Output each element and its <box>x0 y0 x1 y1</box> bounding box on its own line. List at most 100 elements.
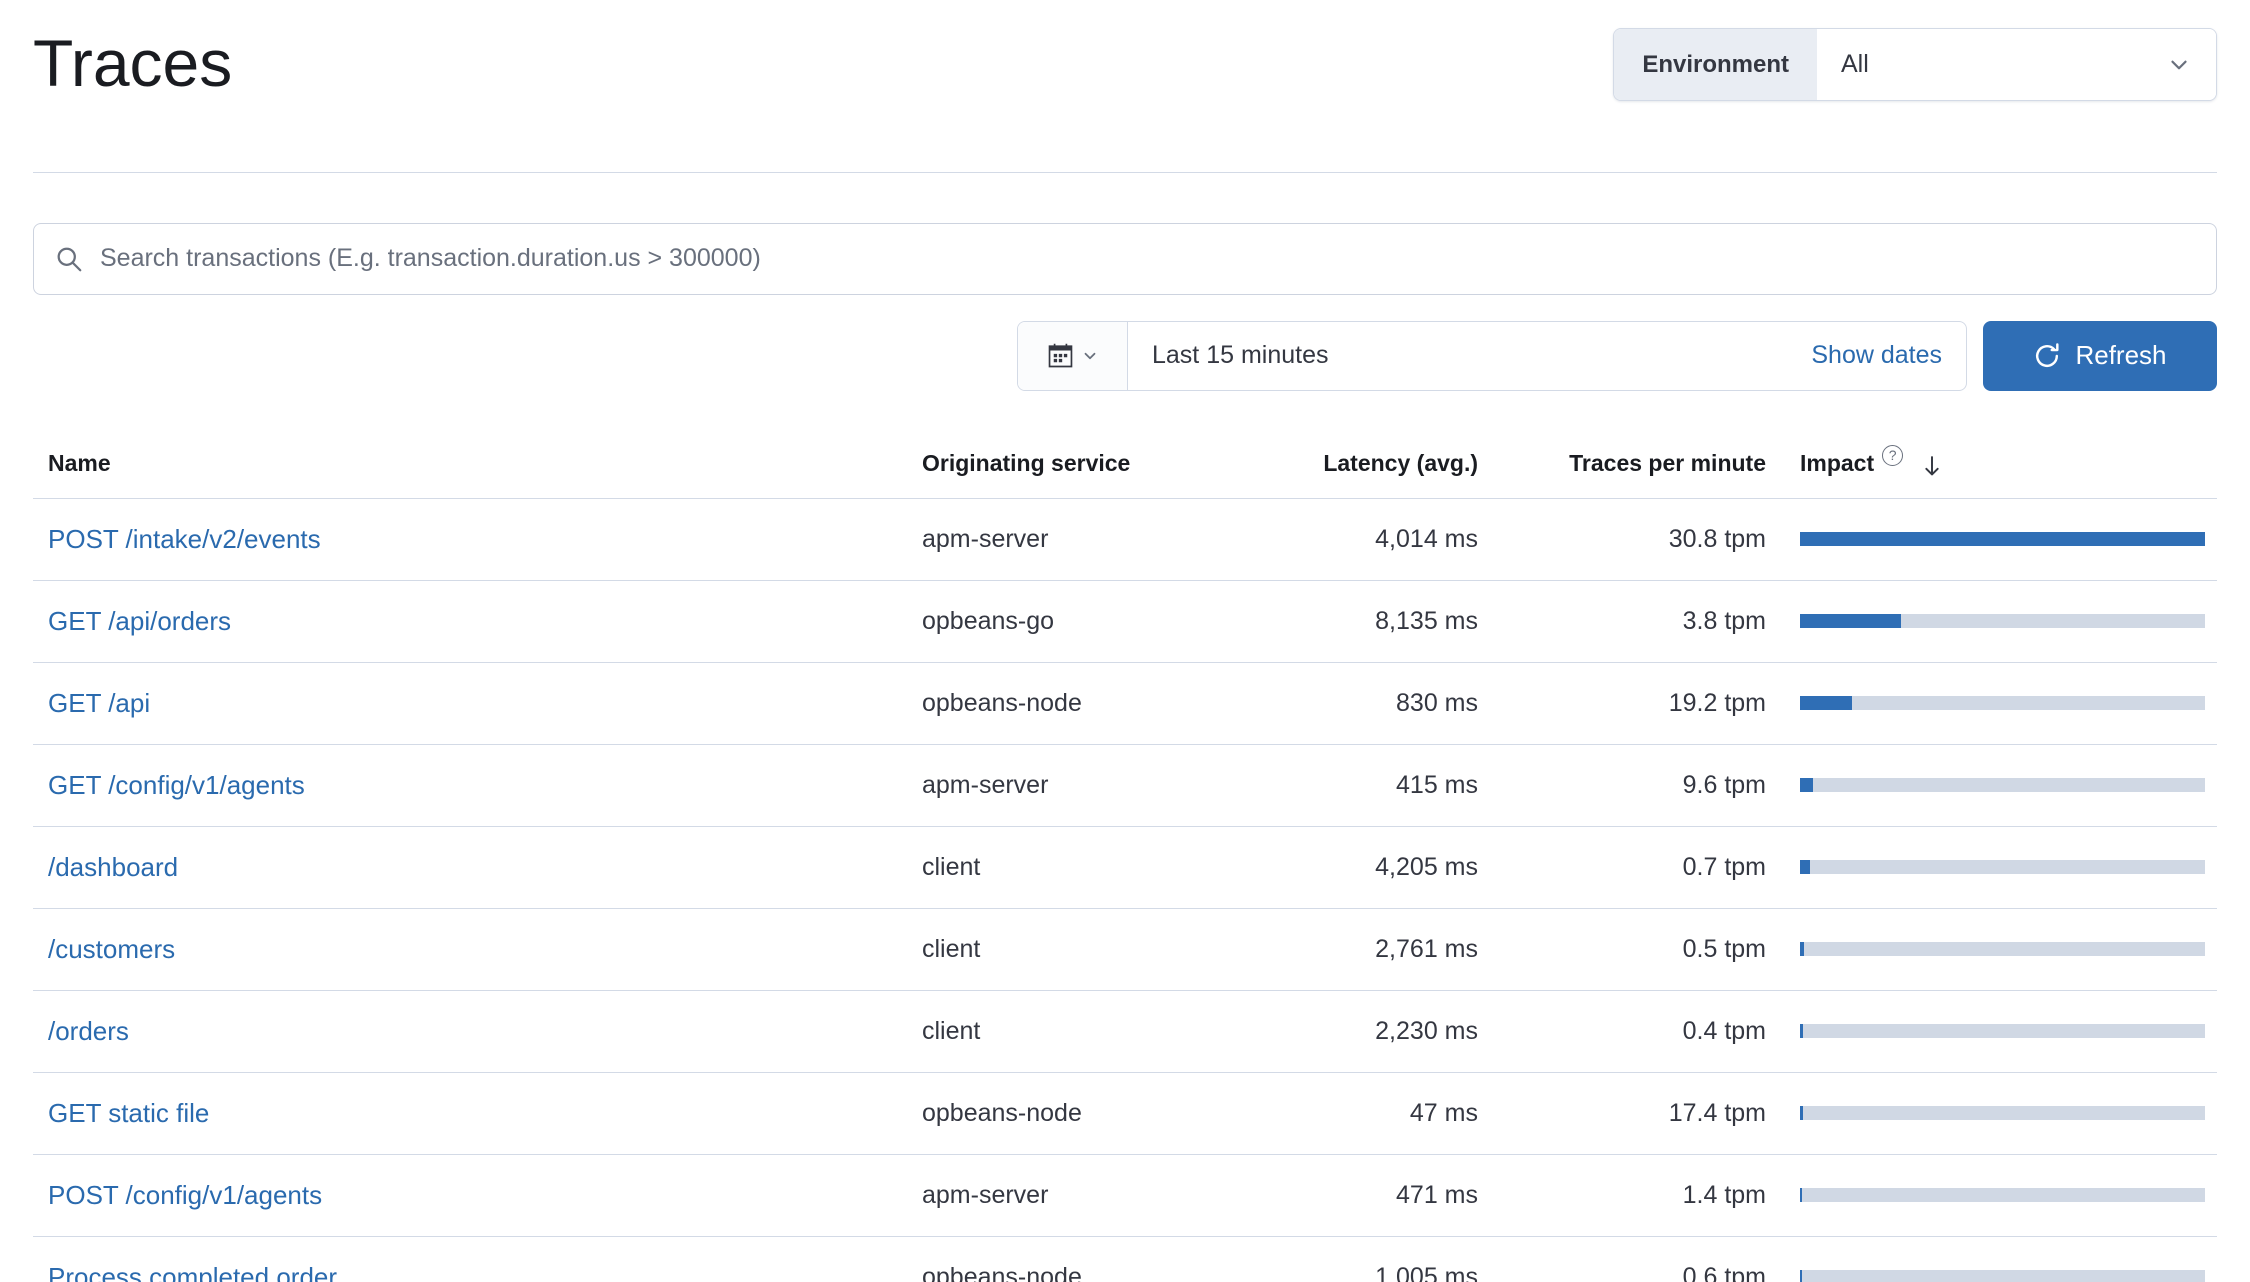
page-title: Traces <box>33 26 232 102</box>
impact-cell <box>1781 532 2217 546</box>
trace-row: Process completed order opbeans-node 1,0… <box>33 1237 2217 1282</box>
tpm-cell: 17.4 tpm <box>1493 1099 1781 1128</box>
search-bar <box>33 223 2217 295</box>
impact-cell <box>1781 1188 2217 1202</box>
impact-header-label: Impact <box>1800 450 1874 477</box>
originating-service-cell: opbeans-node <box>922 1263 1217 1282</box>
originating-service-cell: client <box>922 935 1217 964</box>
latency-cell: 1,005 ms <box>1217 1263 1493 1282</box>
column-header-tpm[interactable]: Traces per minute <box>1493 450 1781 477</box>
table-body: POST /intake/v2/events apm-server 4,014 … <box>33 499 2217 1282</box>
environment-filter: Environment All <box>1613 28 2217 101</box>
trace-name-link[interactable]: POST /config/v1/agents <box>48 1180 322 1210</box>
page-header: Traces Environment All <box>33 0 2217 102</box>
trace-name-link[interactable]: /customers <box>48 934 175 964</box>
help-icon[interactable]: ? <box>1882 445 1903 466</box>
column-header-impact[interactable]: Impact ? <box>1781 450 2217 477</box>
header-divider <box>33 172 2217 173</box>
tpm-cell: 3.8 tpm <box>1493 607 1781 636</box>
refresh-button-label: Refresh <box>2075 340 2166 371</box>
date-quick-select-button[interactable] <box>1018 322 1128 390</box>
impact-bar <box>1800 942 2205 956</box>
tpm-cell: 0.5 tpm <box>1493 935 1781 964</box>
tpm-cell: 0.4 tpm <box>1493 1017 1781 1046</box>
impact-bar <box>1800 614 2205 628</box>
trace-name-link[interactable]: /dashboard <box>48 852 178 882</box>
trace-name-link[interactable]: GET static file <box>48 1098 209 1128</box>
trace-name-cell: /customers <box>33 934 922 965</box>
date-picker: Last 15 minutes Show dates <box>1017 321 1967 391</box>
tpm-cell: 9.6 tpm <box>1493 771 1781 800</box>
tpm-cell: 1.4 tpm <box>1493 1181 1781 1210</box>
trace-name-link[interactable]: GET /api <box>48 688 150 718</box>
impact-bar-fill <box>1800 1024 1803 1038</box>
column-header-name[interactable]: Name <box>33 450 922 477</box>
environment-filter-label: Environment <box>1614 29 1817 100</box>
trace-name-cell: GET /api <box>33 688 922 719</box>
trace-name-cell: POST /intake/v2/events <box>33 524 922 555</box>
impact-bar <box>1800 860 2205 874</box>
environment-select[interactable]: All <box>1817 29 2216 100</box>
refresh-button[interactable]: Refresh <box>1983 321 2217 391</box>
chevron-down-icon <box>1081 347 1099 365</box>
originating-service-cell: apm-server <box>922 771 1217 800</box>
impact-cell <box>1781 1106 2217 1120</box>
impact-bar-fill <box>1800 696 1852 710</box>
trace-row: /customers client 2,761 ms 0.5 tpm <box>33 909 2217 991</box>
trace-name-cell: GET /api/orders <box>33 606 922 637</box>
latency-cell: 4,014 ms <box>1217 525 1493 554</box>
impact-cell <box>1781 778 2217 792</box>
originating-service-cell: apm-server <box>922 1181 1217 1210</box>
latency-cell: 830 ms <box>1217 689 1493 718</box>
trace-name-link[interactable]: GET /api/orders <box>48 606 231 636</box>
impact-bar-fill <box>1800 942 1804 956</box>
latency-cell: 2,230 ms <box>1217 1017 1493 1046</box>
impact-cell <box>1781 860 2217 874</box>
trace-name-cell: /dashboard <box>33 852 922 883</box>
search-icon <box>54 244 84 274</box>
originating-service-cell: apm-server <box>922 525 1217 554</box>
search-input[interactable] <box>84 224 2196 294</box>
tpm-cell: 0.7 tpm <box>1493 853 1781 882</box>
trace-name-cell: Process completed order <box>33 1262 922 1282</box>
impact-bar <box>1800 1106 2205 1120</box>
date-range-display[interactable]: Last 15 minutes Show dates <box>1128 322 1966 390</box>
originating-service-cell: opbeans-node <box>922 1099 1217 1128</box>
trace-name-cell: GET static file <box>33 1098 922 1129</box>
show-dates-link[interactable]: Show dates <box>1811 341 1942 370</box>
trace-name-cell: /orders <box>33 1016 922 1047</box>
environment-selected-value: All <box>1841 50 1869 79</box>
trace-row: GET /api opbeans-node 830 ms 19.2 tpm <box>33 663 2217 745</box>
column-header-latency[interactable]: Latency (avg.) <box>1217 450 1493 477</box>
originating-service-cell: opbeans-node <box>922 689 1217 718</box>
impact-bar <box>1800 1024 2205 1038</box>
latency-cell: 415 ms <box>1217 771 1493 800</box>
trace-name-link[interactable]: /orders <box>48 1016 129 1046</box>
trace-name-link[interactable]: POST /intake/v2/events <box>48 524 321 554</box>
date-range-value[interactable]: Last 15 minutes <box>1152 341 1329 370</box>
impact-bar <box>1800 1188 2205 1202</box>
impact-bar-fill <box>1800 778 1813 792</box>
originating-service-cell: client <box>922 1017 1217 1046</box>
table-header-row: Name Originating service Latency (avg.) … <box>33 429 2217 499</box>
impact-bar <box>1800 1270 2205 1282</box>
trace-row: GET /api/orders opbeans-go 8,135 ms 3.8 … <box>33 581 2217 663</box>
trace-name-link[interactable]: GET /config/v1/agents <box>48 770 305 800</box>
traces-table: Name Originating service Latency (avg.) … <box>33 429 2217 1282</box>
impact-cell <box>1781 1024 2217 1038</box>
calendar-icon <box>1047 342 1074 369</box>
originating-service-cell: client <box>922 853 1217 882</box>
impact-cell <box>1781 696 2217 710</box>
impact-bar-fill <box>1800 1106 1803 1120</box>
trace-row: GET static file opbeans-node 47 ms 17.4 … <box>33 1073 2217 1155</box>
column-header-service[interactable]: Originating service <box>922 450 1217 477</box>
refresh-icon <box>2033 342 2061 370</box>
latency-cell: 2,761 ms <box>1217 935 1493 964</box>
impact-bar-fill <box>1800 1270 1802 1282</box>
traces-page: Traces Environment All <box>0 0 2250 1282</box>
impact-cell <box>1781 1270 2217 1282</box>
trace-name-link[interactable]: Process completed order <box>48 1262 337 1282</box>
tpm-cell: 30.8 tpm <box>1493 525 1781 554</box>
impact-bar <box>1800 532 2205 546</box>
impact-bar-fill <box>1800 1188 1802 1202</box>
